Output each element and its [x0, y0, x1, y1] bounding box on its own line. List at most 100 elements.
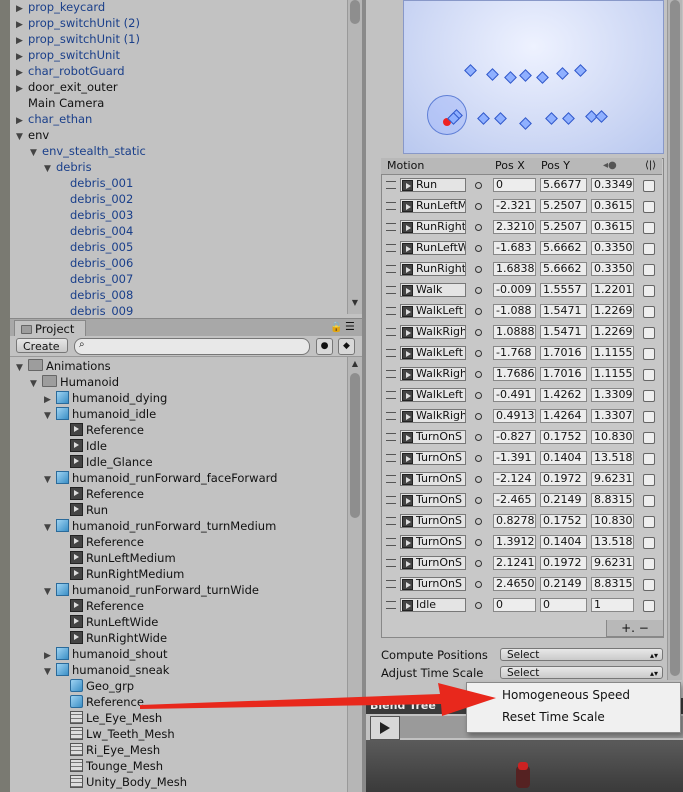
- hierarchy-item[interactable]: ▶ prop_keycard: [16, 0, 105, 15]
- expanded-arrow-icon[interactable]: ▼: [30, 376, 42, 392]
- menu-item-homogeneous-speed[interactable]: Homogeneous Speed: [502, 688, 630, 702]
- motion-picker-icon[interactable]: [475, 581, 482, 588]
- menu-item-reset-time-scale[interactable]: Reset Time Scale: [502, 710, 605, 724]
- drag-handle-icon[interactable]: [386, 349, 396, 357]
- motion-picker-icon[interactable]: [475, 266, 482, 273]
- project-item[interactable]: Reference: [58, 422, 144, 438]
- posx-field[interactable]: 1.0888: [493, 325, 536, 339]
- posy-field[interactable]: 0: [540, 598, 587, 612]
- lock-icon[interactable]: 🔒: [330, 322, 342, 333]
- project-item[interactable]: Lw_Teeth_Mesh: [58, 726, 175, 742]
- project-item[interactable]: Run: [58, 502, 108, 518]
- posx-field[interactable]: 2.3210: [493, 220, 536, 234]
- motion-point-icon[interactable]: [519, 117, 532, 130]
- speed-field[interactable]: 8.8315: [591, 493, 634, 507]
- posy-field[interactable]: 1.4264: [540, 409, 587, 423]
- hierarchy-item[interactable]: debris_009: [58, 303, 133, 316]
- speed-field[interactable]: 1: [591, 598, 634, 612]
- drag-handle-icon[interactable]: [386, 454, 396, 462]
- drag-handle-icon[interactable]: [386, 412, 396, 420]
- hierarchy-item[interactable]: ▶ char_ethan: [16, 111, 92, 127]
- motion-point-icon[interactable]: [574, 64, 587, 77]
- motion-field[interactable]: Idle: [400, 598, 466, 612]
- motion-point-icon[interactable]: [556, 67, 569, 80]
- hierarchy-scroll-thumb[interactable]: [350, 0, 360, 24]
- mirror-checkbox[interactable]: [643, 495, 655, 507]
- posy-field[interactable]: 1.7016: [540, 367, 587, 381]
- speed-field[interactable]: 1.3307: [591, 409, 634, 423]
- motion-picker-icon[interactable]: [475, 329, 482, 336]
- motion-point-icon[interactable]: [494, 112, 507, 125]
- motion-picker-icon[interactable]: [475, 560, 482, 567]
- motion-row[interactable]: TurnOnS -2.124 0.1972 9.6231: [382, 469, 661, 490]
- hierarchy-item[interactable]: debris_004: [58, 223, 133, 239]
- speed-field[interactable]: 1.2269: [591, 304, 634, 318]
- drag-handle-icon[interactable]: [386, 391, 396, 399]
- project-item[interactable]: ▶ humanoid_shout: [44, 646, 168, 662]
- motion-field[interactable]: WalkLeft: [400, 388, 466, 402]
- mirror-checkbox[interactable]: [643, 600, 655, 612]
- posx-field[interactable]: -1.088: [493, 304, 536, 318]
- project-item[interactable]: Reference: [58, 534, 144, 550]
- mirror-checkbox[interactable]: [643, 306, 655, 318]
- motion-picker-icon[interactable]: [475, 287, 482, 294]
- motion-picker-icon[interactable]: [475, 308, 482, 315]
- motion-picker-icon[interactable]: [475, 224, 482, 231]
- motion-field[interactable]: TurnOnS: [400, 493, 466, 507]
- mirror-checkbox[interactable]: [643, 558, 655, 570]
- motion-picker-icon[interactable]: [475, 497, 482, 504]
- posx-field[interactable]: -0.009: [493, 283, 536, 297]
- drag-handle-icon[interactable]: [386, 433, 396, 441]
- speed-field[interactable]: 0.3349: [591, 178, 634, 192]
- motion-row[interactable]: TurnOnS -0.827 0.1752 10.830: [382, 427, 661, 448]
- motion-row[interactable]: TurnOnS -1.391 0.1404 13.518: [382, 448, 661, 469]
- posx-field[interactable]: -1.768: [493, 346, 536, 360]
- expanded-arrow-icon[interactable]: ▼: [30, 145, 42, 161]
- posy-field[interactable]: 1.5471: [540, 304, 587, 318]
- project-tab[interactable]: Project: [14, 320, 86, 336]
- speed-field[interactable]: 10.830: [591, 430, 634, 444]
- motion-picker-icon[interactable]: [475, 455, 482, 462]
- project-item[interactable]: ▼ humanoid_runForward_turnMedium: [44, 518, 276, 534]
- filter-label-icon[interactable]: ◆: [338, 338, 355, 355]
- blend-space-preview[interactable]: [403, 0, 664, 154]
- motion-row[interactable]: WalkRigh 1.7686 1.7016 1.1155: [382, 364, 661, 385]
- drag-handle-icon[interactable]: [386, 370, 396, 378]
- posx-field[interactable]: 1.6838: [493, 262, 536, 276]
- motion-field[interactable]: RunLeftM: [400, 199, 466, 213]
- posx-field[interactable]: 0.4913: [493, 409, 536, 423]
- speed-field[interactable]: 0.3615: [591, 199, 634, 213]
- motion-row[interactable]: TurnOnS 2.1241 0.1972 9.6231: [382, 553, 661, 574]
- speed-field[interactable]: 1.1155: [591, 367, 634, 381]
- motion-field[interactable]: WalkRigh: [400, 409, 466, 423]
- speed-field[interactable]: 1.1155: [591, 346, 634, 360]
- hierarchy-item[interactable]: debris_007: [58, 271, 133, 287]
- posy-field[interactable]: 0.1752: [540, 514, 587, 528]
- hierarchy-item[interactable]: ▼ debris: [44, 159, 92, 175]
- drag-handle-icon[interactable]: [386, 517, 396, 525]
- mirror-checkbox[interactable]: [643, 243, 655, 255]
- posx-field[interactable]: -2.321: [493, 199, 536, 213]
- mirror-checkbox[interactable]: [643, 390, 655, 402]
- speed-field[interactable]: 13.518: [591, 535, 634, 549]
- posx-field[interactable]: -0.827: [493, 430, 536, 444]
- mirror-checkbox[interactable]: [643, 201, 655, 213]
- motion-point-icon[interactable]: [464, 64, 477, 77]
- motion-field[interactable]: TurnOnS: [400, 535, 466, 549]
- hierarchy-item[interactable]: ▶ char_robotGuard: [16, 63, 125, 79]
- motion-row[interactable]: RunLeftM -2.321 5.2507 0.3615: [382, 196, 661, 217]
- motion-picker-icon[interactable]: [475, 434, 482, 441]
- motion-picker-icon[interactable]: [475, 413, 482, 420]
- project-item[interactable]: ▼ Humanoid: [30, 374, 119, 390]
- project-item[interactable]: ▼ humanoid_runForward_turnWide: [44, 582, 259, 598]
- motion-point-icon[interactable]: [477, 112, 490, 125]
- motion-picker-icon[interactable]: [475, 203, 482, 210]
- posy-field[interactable]: 0.1752: [540, 430, 587, 444]
- project-scrollbar[interactable]: ▲: [347, 357, 362, 792]
- posx-field[interactable]: 0.8278: [493, 514, 536, 528]
- mirror-checkbox[interactable]: [643, 327, 655, 339]
- project-item[interactable]: RunLeftWide: [58, 614, 158, 630]
- motion-field[interactable]: TurnOnS: [400, 430, 466, 444]
- motion-picker-icon[interactable]: [475, 350, 482, 357]
- motion-row[interactable]: WalkLeft -0.491 1.4262 1.3309: [382, 385, 661, 406]
